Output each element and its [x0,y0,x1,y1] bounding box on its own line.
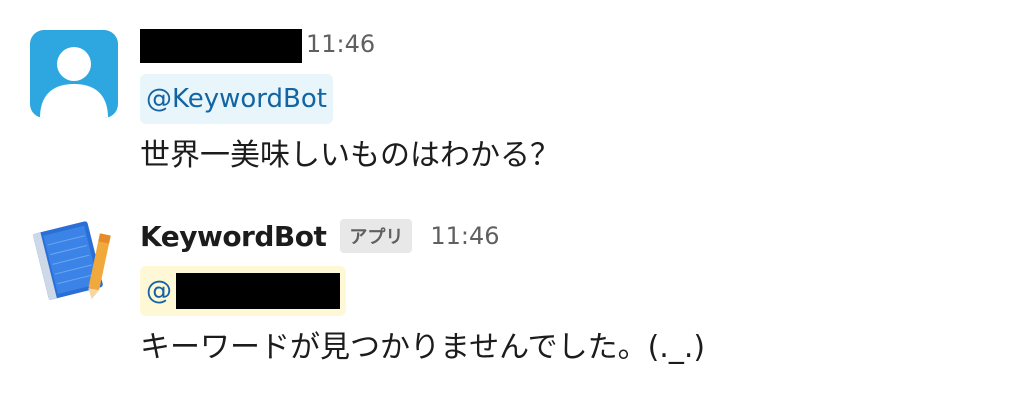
message-content: 11:46 @KeywordBot 世界一美味しいものはわかる？ [140,22,1003,176]
message-feed: 11:46 @KeywordBot 世界一美味しいものはわかる？ Keyword… [0,0,1023,410]
message-header: KeywordBot アプリ 11:46 [140,214,1003,258]
app-badge: アプリ [340,219,413,253]
default-user-avatar-icon [30,30,118,118]
bot-avatar[interactable] [30,214,118,302]
message-text: 世界一美味しいものはわかる？ [140,138,560,173]
message-item: KeywordBot アプリ 11:46 @ キーワードが見つかりませんでした。… [0,200,1023,410]
message-header: 11:46 [140,22,1003,66]
user-avatar[interactable] [30,30,118,118]
message-content: KeywordBot アプリ 11:46 @ キーワードが見つかりませんでした。… [140,214,1003,368]
message-timestamp[interactable]: 11:46 [430,222,499,250]
redacted-sender-name[interactable] [140,29,302,63]
message-item: 11:46 @KeywordBot 世界一美味しいものはわかる？ [0,0,1023,200]
sender-name[interactable]: KeywordBot [140,220,327,253]
mention-bot[interactable]: @KeywordBot [140,74,333,124]
notebook-pencil-icon [32,221,111,301]
message-text: キーワードが見つかりませんでした。(._.) [140,330,706,365]
mention-user[interactable]: @ [140,266,346,316]
message-timestamp[interactable]: 11:46 [306,30,375,58]
mention-at-sign: @ [146,276,172,306]
redacted-mention-name [176,273,340,309]
